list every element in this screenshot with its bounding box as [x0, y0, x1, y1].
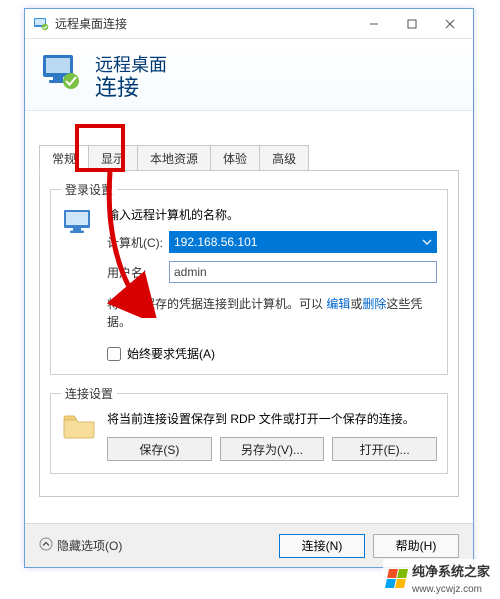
- tab-label: 高级: [272, 150, 296, 167]
- group-connection-legend: 连接设置: [61, 385, 117, 402]
- open-button[interactable]: 打开(E)...: [332, 437, 437, 461]
- watermark: 纯净系统之家 www.ycwjz.com: [383, 559, 494, 597]
- button-label: 连接(N): [302, 537, 343, 554]
- computer-icon: [61, 206, 97, 362]
- hide-options-button[interactable]: 隐藏选项(O): [39, 537, 122, 554]
- remote-desktop-icon: [39, 51, 83, 98]
- app-icon: [33, 16, 49, 32]
- tab-local-resources[interactable]: 本地资源: [137, 145, 211, 170]
- connect-button[interactable]: 连接(N): [279, 534, 365, 558]
- button-label: 帮助(H): [396, 537, 437, 554]
- chevron-up-icon: [39, 537, 53, 554]
- always-credentials-checkbox[interactable]: 始终要求凭据(A): [107, 345, 437, 362]
- always-credentials-input[interactable]: [107, 347, 121, 361]
- group-login-legend: 登录设置: [61, 181, 117, 198]
- tab-label: 常规: [52, 150, 76, 167]
- group-login: 登录设置 输入远程计算机的名称。 计算机(C):: [50, 181, 448, 375]
- tab-label: 本地资源: [150, 150, 198, 167]
- window-frame: 远程桌面连接 远程桌面 连接 常规 显示 本地资源 体验 高: [24, 8, 474, 568]
- computer-input[interactable]: [169, 231, 437, 253]
- banner-title-2: 连接: [95, 77, 167, 99]
- username-input[interactable]: [169, 261, 437, 283]
- login-intro: 输入远程计算机的名称。: [107, 206, 437, 223]
- close-button[interactable]: [431, 9, 469, 39]
- maximize-button[interactable]: [393, 9, 431, 39]
- group-connection: 连接设置 将当前连接设置保存到 RDP 文件或打开一个保存的连接。 保存(S) …: [50, 385, 448, 474]
- banner: 远程桌面 连接: [25, 39, 473, 111]
- hint-text: 将使用保存的凭据连接到此计算机。可以: [107, 297, 323, 311]
- connection-desc: 将当前连接设置保存到 RDP 文件或打开一个保存的连接。: [107, 410, 437, 427]
- checkbox-label: 始终要求凭据(A): [127, 345, 215, 362]
- windows-logo-icon: [385, 569, 408, 588]
- folder-icon: [61, 410, 97, 461]
- tab-label: 体验: [223, 150, 247, 167]
- watermark-url: www.ycwjz.com: [412, 584, 482, 595]
- window-title: 远程桌面连接: [55, 15, 127, 32]
- computer-label: 计算机(C):: [107, 234, 169, 251]
- hide-options-label: 隐藏选项(O): [57, 537, 122, 554]
- save-button[interactable]: 保存(S): [107, 437, 212, 461]
- button-label: 另存为(V)...: [241, 441, 303, 458]
- username-label: 用户名:: [107, 264, 169, 281]
- tab-display[interactable]: 显示: [88, 145, 138, 170]
- tab-advanced[interactable]: 高级: [259, 145, 309, 170]
- title-bar: 远程桌面连接: [25, 9, 473, 39]
- credential-hint: 将使用保存的凭据连接到此计算机。可以 编辑或删除这些凭据。: [107, 295, 437, 331]
- button-label: 保存(S): [139, 441, 179, 458]
- banner-title-1: 远程桌面: [95, 51, 167, 77]
- tab-general[interactable]: 常规: [39, 145, 89, 171]
- content-area: 常规 显示 本地资源 体验 高级 登录设置: [25, 111, 473, 497]
- minimize-button[interactable]: [355, 9, 393, 39]
- delete-credentials-link[interactable]: 删除: [362, 297, 386, 311]
- edit-credentials-link[interactable]: 编辑: [326, 297, 350, 311]
- tab-strip: 常规 显示 本地资源 体验 高级: [39, 145, 459, 171]
- watermark-name: 纯净系统之家: [412, 564, 490, 579]
- tab-experience[interactable]: 体验: [210, 145, 260, 170]
- save-as-button[interactable]: 另存为(V)...: [220, 437, 325, 461]
- hint-text: 或: [350, 297, 362, 311]
- help-button[interactable]: 帮助(H): [373, 534, 459, 558]
- computer-combobox[interactable]: [169, 231, 437, 253]
- chevron-down-icon[interactable]: [417, 231, 437, 253]
- button-label: 打开(E)...: [360, 441, 410, 458]
- tab-label: 显示: [101, 150, 125, 167]
- tab-body: 登录设置 输入远程计算机的名称。 计算机(C):: [39, 171, 459, 497]
